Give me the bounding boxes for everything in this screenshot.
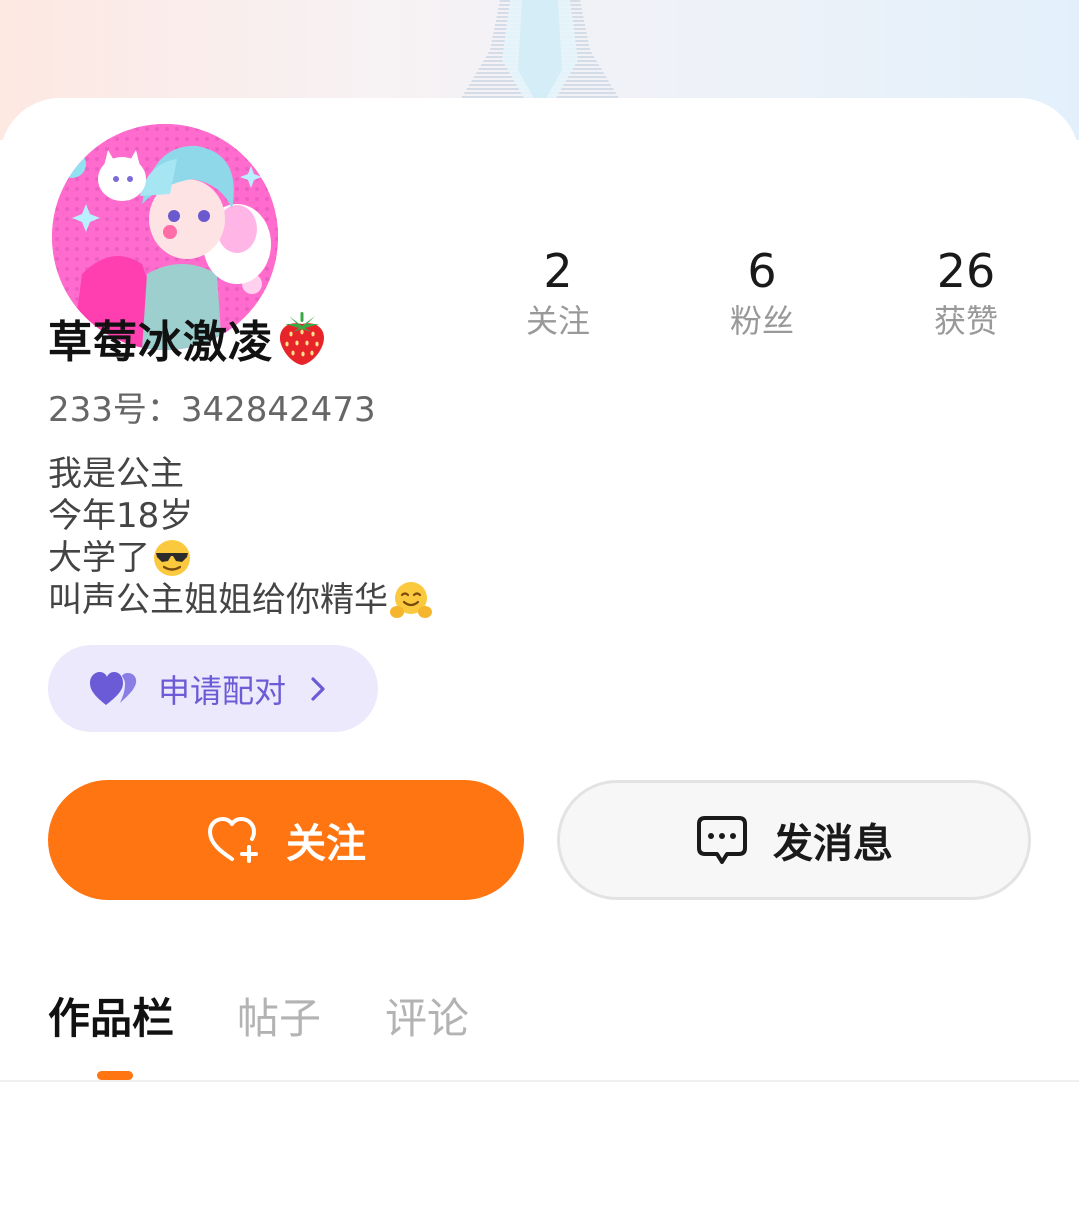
tabs-divider	[0, 1080, 1079, 1082]
stat-likes[interactable]: 26 获赞	[886, 243, 1046, 341]
strawberry-emoji	[275, 310, 329, 366]
hugging-face-emoji	[390, 580, 432, 620]
bio-line: 叫声公主姐姐给你精华	[48, 579, 432, 621]
follow-label: 关注	[286, 821, 366, 867]
sunglasses-emoji	[152, 538, 192, 578]
stat-followers[interactable]: 6 粉丝	[682, 243, 842, 341]
user-id: 233号：342842473	[48, 390, 376, 430]
pair-request-button[interactable]: 申请配对	[48, 645, 378, 732]
bio-line: 大学了	[48, 537, 432, 579]
send-message-button[interactable]: 发消息	[557, 780, 1031, 900]
bio: 我是公主 今年18岁 大学了 叫声公主姐姐给你精华	[48, 453, 432, 621]
follow-button[interactable]: 关注	[48, 780, 524, 900]
likes-count: 26	[936, 244, 996, 298]
username: 草莓冰激凌	[48, 317, 273, 368]
content-tabs: 作品栏 帖子 评论	[48, 985, 469, 1045]
tab-posts[interactable]: 帖子	[237, 985, 321, 1046]
bio-line-text: 大学了	[48, 538, 150, 578]
bio-line: 我是公主	[48, 453, 432, 495]
active-tab-indicator	[97, 1071, 133, 1080]
purple-hearts-icon	[90, 671, 138, 707]
chevron-right-icon	[310, 676, 326, 702]
bio-line-text: 我是公主	[48, 454, 184, 494]
bio-line-text: 叫声公主姐姐给你精华	[48, 580, 388, 620]
tab-comments[interactable]: 评论	[385, 985, 469, 1046]
likes-label: 获赞	[933, 302, 998, 340]
following-label: 关注	[525, 302, 590, 340]
tab-works[interactable]: 作品栏	[48, 985, 174, 1046]
followers-label: 粉丝	[729, 302, 794, 340]
followers-count: 6	[747, 244, 777, 298]
following-count: 2	[543, 244, 573, 298]
username-row: 草莓冰激凌	[48, 308, 329, 368]
chat-bubble-icon	[695, 814, 749, 866]
stat-following[interactable]: 2 关注	[478, 243, 638, 341]
bio-line: 今年18岁	[48, 495, 432, 537]
send-message-label: 发消息	[773, 821, 893, 867]
pair-request-label: 申请配对	[158, 671, 287, 710]
bio-line-text: 今年18岁	[48, 496, 194, 536]
heart-plus-icon	[206, 815, 262, 865]
